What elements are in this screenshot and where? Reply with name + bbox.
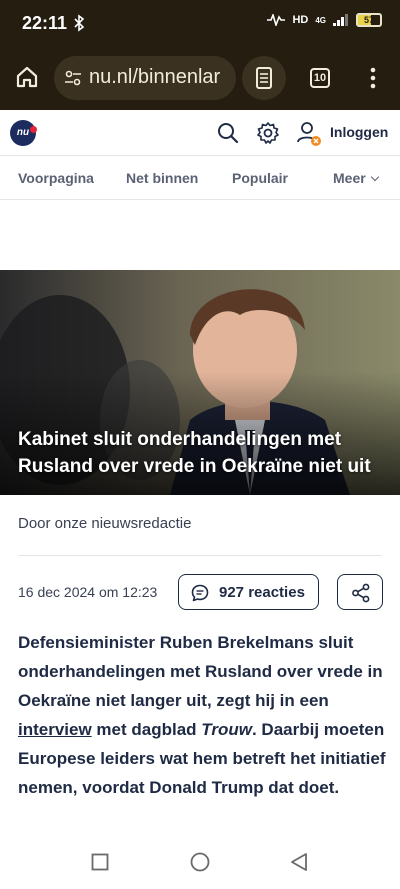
nav-more-label: Meer	[333, 170, 366, 186]
site-header: nu Inloggen	[0, 110, 400, 156]
comment-icon	[191, 584, 209, 602]
battery-icon: 57	[356, 13, 382, 27]
signal-type-label: 4G	[315, 15, 326, 25]
nav-item-voorpagina[interactable]: Voorpagina	[18, 170, 94, 186]
search-icon[interactable]	[217, 122, 239, 144]
intro-text-1: Defensieminister Ruben Brekelmans sluit …	[18, 633, 383, 710]
status-bar: 22:11 HD 4G 57	[0, 0, 400, 46]
article-date: 16 dec 2024 om 12:23	[18, 584, 158, 600]
browser-toolbar: nu.nl/binnenlar 10	[0, 46, 400, 110]
tab-count: 10	[313, 72, 327, 84]
recent-apps-icon[interactable]	[91, 853, 109, 871]
share-icon	[352, 583, 370, 603]
nav-item-populair[interactable]: Populair	[232, 170, 288, 186]
tune-icon[interactable]	[64, 69, 82, 87]
system-navigation-bar	[0, 836, 400, 889]
reactions-button[interactable]: 927 reacties	[178, 574, 319, 610]
intro-text-2: met dagblad	[91, 720, 202, 739]
status-time: 22:11	[22, 13, 68, 33]
tabs-icon[interactable]: 10	[310, 68, 330, 88]
url-text[interactable]: nu.nl/binnenlar	[89, 66, 220, 89]
reactions-count: 927 reacties	[219, 584, 305, 601]
overflow-menu-icon[interactable]	[366, 66, 380, 90]
article-title: Kabinet sluit onderhandelingen met Rusla…	[18, 429, 371, 477]
bluetooth-icon	[74, 14, 85, 32]
activity-icon	[267, 14, 286, 26]
back-icon[interactable]	[290, 852, 308, 872]
user-icon[interactable]	[296, 120, 324, 148]
interview-link[interactable]: interview	[18, 720, 92, 739]
chevron-down-icon	[370, 172, 379, 182]
nav-item-net-binnen[interactable]: Net binnen	[126, 170, 198, 186]
status-indicators: HD 4G 57	[267, 13, 382, 27]
signal-icon	[333, 14, 348, 26]
home-icon[interactable]	[14, 64, 40, 90]
logo-dot	[30, 126, 37, 133]
home-circle-icon[interactable]	[190, 852, 210, 872]
site-logo[interactable]: nu	[10, 120, 36, 146]
reader-mode-icon	[256, 67, 272, 89]
network-label: HD	[292, 14, 309, 26]
login-link[interactable]: Inloggen	[330, 124, 388, 140]
divider	[18, 555, 382, 556]
url-bar[interactable]: nu.nl/binnenlar	[54, 56, 236, 100]
battery-level: 57	[363, 15, 374, 25]
intro-italic: Trouw	[201, 720, 252, 739]
article-intro: Defensieminister Ruben Brekelmans sluit …	[18, 628, 388, 802]
reader-mode-button[interactable]	[242, 56, 286, 100]
nav-item-meer[interactable]: Meer	[333, 170, 379, 186]
article-byline: Door onze nieuwsredactie	[18, 515, 192, 532]
logo-text: nu	[16, 127, 30, 138]
main-nav: Voorpagina Net binnen Populair Meer	[0, 156, 400, 200]
gear-icon[interactable]	[256, 121, 280, 145]
share-button[interactable]	[337, 574, 383, 610]
